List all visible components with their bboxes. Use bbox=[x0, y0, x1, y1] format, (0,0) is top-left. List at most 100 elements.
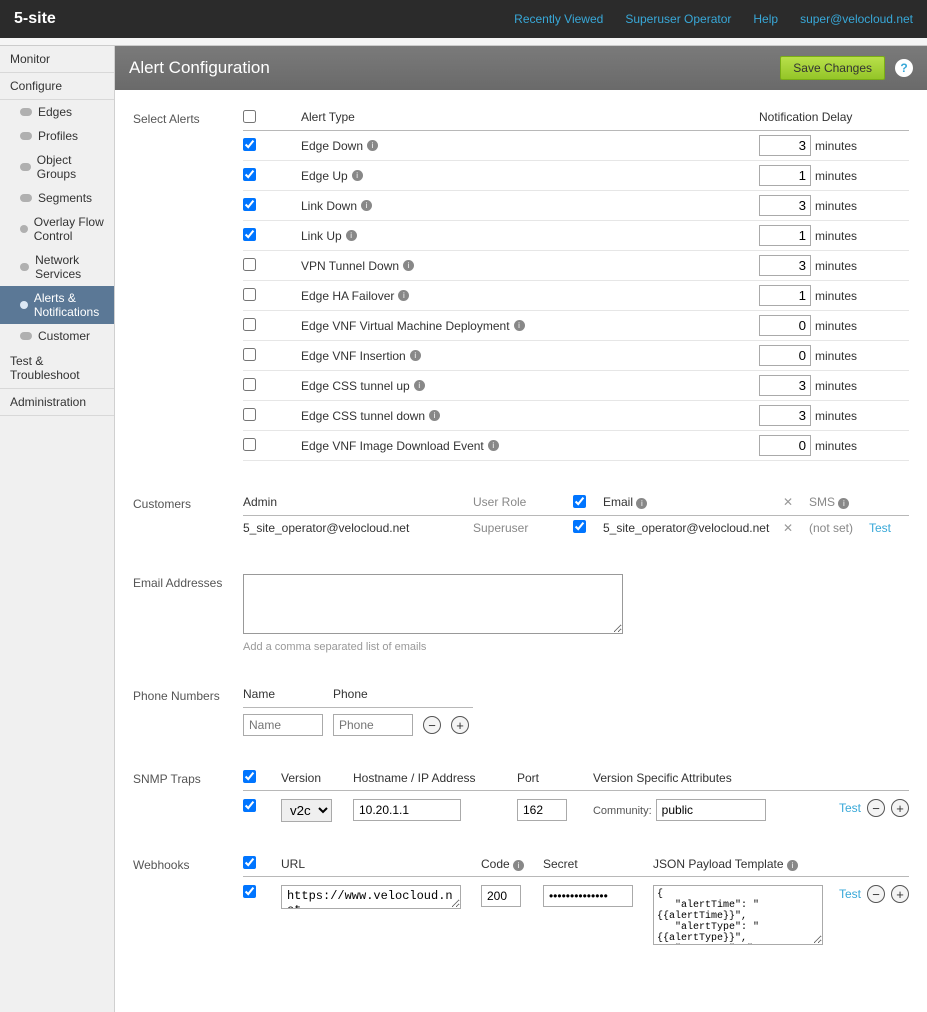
info-icon[interactable]: i bbox=[513, 860, 524, 871]
alert-checkbox[interactable] bbox=[243, 258, 256, 271]
delay-unit: minutes bbox=[815, 319, 857, 333]
sidebar-item[interactable]: Object Groups bbox=[0, 148, 114, 186]
sidebar-item[interactable]: Segments bbox=[0, 186, 114, 210]
phone-name-input[interactable] bbox=[243, 714, 323, 736]
alert-checkbox[interactable] bbox=[243, 378, 256, 391]
notification-delay-input[interactable] bbox=[759, 435, 811, 456]
snmp-port-input[interactable] bbox=[517, 799, 567, 821]
snmp-enabled-checkbox[interactable] bbox=[243, 770, 256, 783]
alert-checkbox[interactable] bbox=[243, 438, 256, 451]
alert-checkbox[interactable] bbox=[243, 228, 256, 241]
sidebar-item[interactable]: Profiles bbox=[0, 124, 114, 148]
webhook-code-input[interactable] bbox=[481, 885, 521, 907]
info-icon[interactable]: i bbox=[403, 260, 414, 271]
info-icon[interactable]: i bbox=[346, 230, 357, 241]
info-icon[interactable]: i bbox=[838, 498, 849, 509]
toplink-superuser[interactable]: Superuser Operator bbox=[625, 12, 731, 26]
snmp-community-input[interactable] bbox=[656, 799, 766, 821]
snmp-row-checkbox[interactable] bbox=[243, 799, 256, 812]
alert-row: Edge VNF Virtual Machine Deployment imin… bbox=[243, 311, 909, 341]
alerts-select-all-checkbox[interactable] bbox=[243, 110, 256, 123]
info-icon[interactable]: i bbox=[787, 860, 798, 871]
alert-checkbox[interactable] bbox=[243, 138, 256, 151]
alert-row: Edge CSS tunnel up iminutes bbox=[243, 371, 909, 401]
snmp-host-input[interactable] bbox=[353, 799, 461, 821]
notification-delay-input[interactable] bbox=[759, 135, 811, 156]
cust-head-clear-icon[interactable]: ✕ bbox=[783, 495, 809, 511]
cloud-icon bbox=[20, 301, 28, 309]
toplink-help[interactable]: Help bbox=[753, 12, 778, 26]
sidebar-item[interactable]: Overlay Flow Control bbox=[0, 210, 114, 248]
notification-delay-input[interactable] bbox=[759, 165, 811, 186]
alert-checkbox[interactable] bbox=[243, 198, 256, 211]
info-icon[interactable]: i bbox=[361, 200, 372, 211]
webhook-add-button[interactable]: + bbox=[891, 885, 909, 903]
info-icon[interactable]: i bbox=[488, 440, 499, 451]
alert-checkbox[interactable] bbox=[243, 408, 256, 421]
info-icon[interactable]: i bbox=[414, 380, 425, 391]
email-addresses-textarea[interactable] bbox=[243, 574, 623, 634]
sidebar-item[interactable]: Customer bbox=[0, 324, 114, 348]
webhooks-enabled-checkbox[interactable] bbox=[243, 856, 256, 869]
webhook-test-link[interactable]: Test bbox=[839, 887, 861, 901]
alert-checkbox[interactable] bbox=[243, 168, 256, 181]
sidebar-item[interactable]: Network Services bbox=[0, 248, 114, 286]
info-icon[interactable]: i bbox=[636, 498, 647, 509]
notification-delay-input[interactable] bbox=[759, 255, 811, 276]
snmp-version-select[interactable]: v2c bbox=[281, 799, 332, 822]
sidebar-item[interactable]: Alerts & Notifications bbox=[0, 286, 114, 324]
snmp-remove-button[interactable]: − bbox=[867, 799, 885, 817]
webhook-row-checkbox[interactable] bbox=[243, 885, 256, 898]
sidebar-group[interactable]: Test & Troubleshoot bbox=[0, 348, 114, 389]
info-icon[interactable]: i bbox=[514, 320, 525, 331]
info-icon[interactable]: i bbox=[367, 140, 378, 151]
snmp-test-link[interactable]: Test bbox=[839, 801, 861, 815]
help-icon[interactable]: ? bbox=[895, 59, 913, 77]
cust-head-admin: Admin bbox=[243, 495, 473, 511]
toplink-recently-viewed[interactable]: Recently Viewed bbox=[514, 12, 603, 26]
alert-checkbox[interactable] bbox=[243, 318, 256, 331]
webhook-remove-button[interactable]: − bbox=[867, 885, 885, 903]
notification-delay-input[interactable] bbox=[759, 285, 811, 306]
info-icon[interactable]: i bbox=[352, 170, 363, 181]
save-changes-button[interactable]: Save Changes bbox=[780, 56, 885, 80]
delay-unit: minutes bbox=[815, 199, 857, 213]
cust-email-checkbox[interactable] bbox=[573, 520, 586, 533]
sidebar-item-label: Network Services bbox=[35, 253, 106, 281]
page-title: Alert Configuration bbox=[129, 58, 270, 78]
alerts-head-delay: Notification Delay bbox=[759, 110, 909, 126]
notification-delay-input[interactable] bbox=[759, 405, 811, 426]
alert-checkbox[interactable] bbox=[243, 348, 256, 361]
webhook-template-textarea[interactable]: { "alertTime": "{{alertTime}}", "alertTy… bbox=[653, 885, 823, 945]
sidebar-group[interactable]: Configure bbox=[0, 73, 114, 100]
add-phone-button[interactable]: + bbox=[451, 716, 469, 734]
snmp-add-button[interactable]: + bbox=[891, 799, 909, 817]
sidebar-item[interactable]: Edges bbox=[0, 100, 114, 124]
notification-delay-input[interactable] bbox=[759, 225, 811, 246]
cust-clear-icon[interactable]: ✕ bbox=[783, 521, 809, 535]
cust-email-head-checkbox[interactable] bbox=[573, 495, 586, 508]
toplink-user-email[interactable]: super@velocloud.net bbox=[800, 12, 913, 26]
info-icon[interactable]: i bbox=[429, 410, 440, 421]
phone-number-input[interactable] bbox=[333, 714, 413, 736]
section-label-customers: Customers bbox=[133, 495, 243, 540]
alert-checkbox[interactable] bbox=[243, 288, 256, 301]
remove-phone-button[interactable]: − bbox=[423, 716, 441, 734]
sidebar-group[interactable]: Administration bbox=[0, 389, 114, 416]
sidebar-item-label: Profiles bbox=[38, 129, 78, 143]
info-icon[interactable]: i bbox=[410, 350, 421, 361]
webhook-secret-input[interactable] bbox=[543, 885, 633, 907]
notification-delay-input[interactable] bbox=[759, 195, 811, 216]
notification-delay-input[interactable] bbox=[759, 315, 811, 336]
sidebar-group[interactable]: Monitor bbox=[0, 46, 114, 73]
notification-delay-input[interactable] bbox=[759, 345, 811, 366]
alert-row: Edge HA Failover iminutes bbox=[243, 281, 909, 311]
webhook-url-input[interactable]: https://www.velocloud.net bbox=[281, 885, 461, 909]
info-icon[interactable]: i bbox=[398, 290, 409, 301]
cust-head-email: Email bbox=[603, 495, 633, 509]
notification-delay-input[interactable] bbox=[759, 375, 811, 396]
cust-test-link[interactable]: Test bbox=[869, 521, 891, 535]
snmp-community-label: Community: bbox=[593, 805, 652, 817]
alert-row: Edge CSS tunnel down iminutes bbox=[243, 401, 909, 431]
delay-unit: minutes bbox=[815, 289, 857, 303]
